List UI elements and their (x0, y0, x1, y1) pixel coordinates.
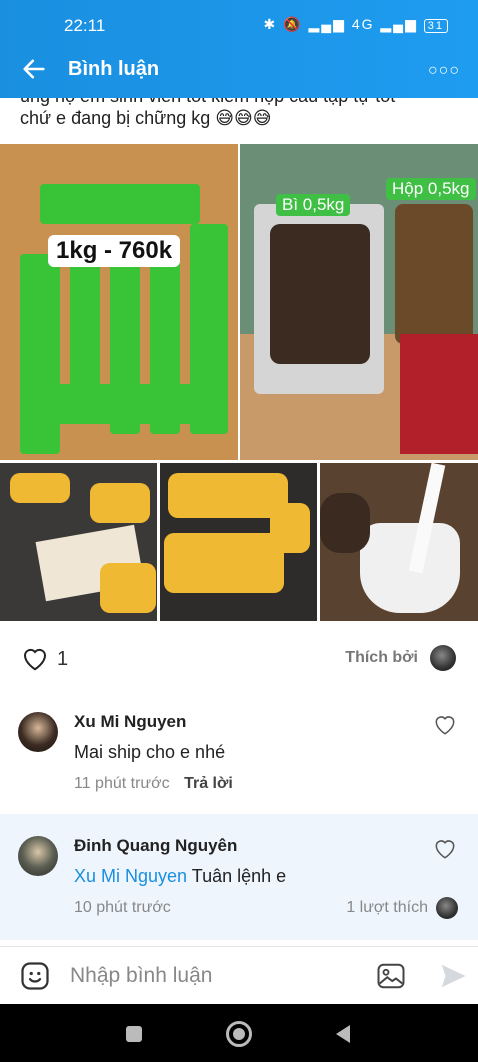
bi-tag: Bì 0,5kg (276, 194, 351, 216)
post-text-line1: ủng hộ em sinh viên tốt kiếm hộp cầu tập… (20, 98, 395, 107)
send-icon[interactable] (438, 962, 468, 990)
comment-input-bar: Nhập bình luận (0, 946, 478, 1004)
green-bag (40, 184, 200, 224)
emoji-icon[interactable] (20, 961, 50, 991)
hand (320, 493, 370, 553)
post-photo-1[interactable]: 1kg - 760k (0, 144, 238, 460)
back-icon[interactable] (336, 1025, 350, 1043)
like-heart-icon[interactable] (20, 644, 50, 672)
food-piece (270, 503, 310, 553)
status-icons: ✱ 🔕 ▂▄▆ 4G ▂▄▆ 31 (264, 16, 448, 33)
post-text: ủng hộ em sinh viên tốt kiếm hộp cầu tập… (0, 98, 478, 144)
comment-text-content: Tuân lệnh e (187, 866, 287, 886)
comment-text: Mai ship cho e nhé (74, 742, 225, 763)
hop-tag: Hộp 0,5kg (386, 178, 476, 200)
comment-input[interactable]: Nhập bình luận (70, 964, 212, 988)
avatar[interactable] (18, 836, 58, 876)
comment-like-heart-icon[interactable] (432, 712, 458, 736)
comment-item: Xu Mi Nguyen Mai ship cho e nhé 11 phút … (0, 692, 478, 810)
jerky-content (270, 224, 370, 364)
recent-apps-icon[interactable] (126, 1026, 142, 1042)
signal-icon: ▂▄▆ (308, 16, 346, 32)
system-nav-bar (0, 1004, 478, 1062)
page-title: Bình luận (68, 58, 160, 80)
reply-button[interactable]: Trả lời (184, 775, 233, 792)
home-icon[interactable] (226, 1021, 252, 1047)
post-photo-3[interactable] (0, 463, 157, 621)
price-label: 1kg - 760k (48, 235, 181, 267)
back-arrow-icon[interactable] (20, 55, 48, 83)
comment-meta: 11 phút trước Trả lời (74, 775, 233, 793)
mute-icon: 🔕 (283, 16, 303, 32)
network-type: 4G (351, 16, 375, 32)
liker-avatar[interactable] (430, 645, 456, 671)
status-bar: 22:11 ✱ 🔕 ▂▄▆ 4G ▂▄▆ 31 (0, 0, 478, 40)
commenter-name[interactable]: Đinh Quang Nguyên (74, 836, 237, 856)
status-time: 22:11 (64, 16, 106, 35)
comment-time: 11 phút trước (74, 775, 170, 792)
image-icon[interactable] (376, 962, 406, 990)
post-photo-4[interactable] (160, 463, 317, 621)
app-header: Bình luận ○○○ (0, 40, 478, 98)
comment-like-count[interactable]: 1 lượt thích (346, 899, 428, 917)
bluetooth-icon: ✱ (263, 16, 278, 32)
post-photo-5[interactable] (320, 463, 478, 621)
comment-item: Đinh Quang Nguyên Xu Mi Nguyen Tuân lệnh… (0, 814, 478, 940)
food-piece (164, 533, 284, 593)
comment-text-content: Mai ship cho e nhé (74, 742, 226, 762)
more-options-icon[interactable]: ○○○ (428, 62, 460, 80)
green-bag (20, 254, 60, 454)
reaction-row: 1 Thích bởi (0, 636, 478, 684)
signal-icon-2: ▂▄▆ (380, 16, 418, 32)
food-piece (100, 563, 156, 613)
battery-icon: 31 (423, 19, 448, 33)
post-photo-2[interactable]: Bì 0,5kg Hộp 0,5kg (240, 144, 478, 460)
red-box (400, 334, 478, 454)
green-bag (50, 384, 210, 424)
food-piece (10, 473, 70, 503)
food-piece (90, 483, 150, 523)
commenter-name[interactable]: Xu Mi Nguyen (74, 712, 186, 732)
avatar[interactable] (18, 712, 58, 752)
liked-by-link[interactable]: Thích bởi (345, 649, 418, 667)
liker-avatar (436, 897, 458, 919)
like-count: 1 (57, 648, 69, 670)
comment-time: 10 phút trước (74, 899, 171, 916)
post-text-line2: chứ e đang bị chững kg 😅😅😅 (20, 108, 272, 128)
mention-link[interactable]: Xu Mi Nguyen (74, 866, 187, 886)
comment-meta: 10 phút trước (74, 899, 171, 917)
comment-text: Xu Mi Nguyen Tuân lệnh e (74, 866, 286, 887)
comment-like-heart-icon[interactable] (432, 836, 458, 860)
jerky-jar (395, 204, 473, 344)
